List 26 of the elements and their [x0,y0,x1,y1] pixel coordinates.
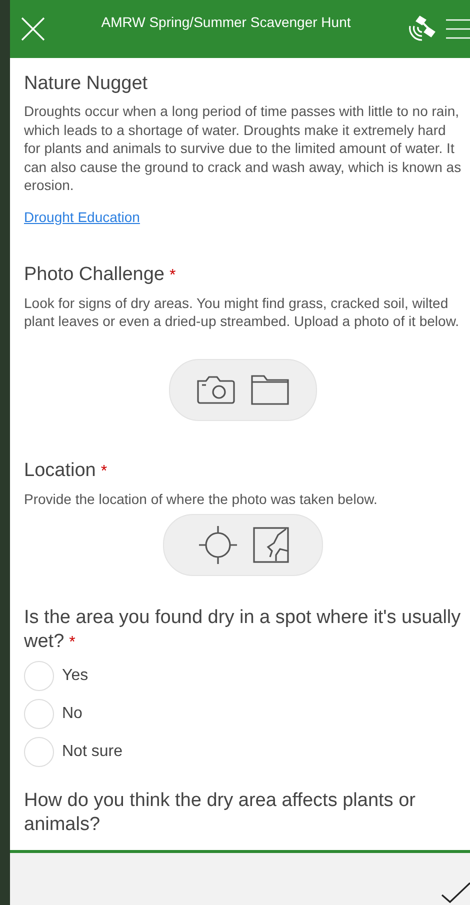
question-label: Location * [24,458,108,482]
menu-icon[interactable] [446,17,470,41]
drought-education-link[interactable]: Drought Education [24,208,140,224]
camera-icon[interactable] [196,374,236,404]
question-hint: Provide the location of where the photo was taken below. [24,490,378,508]
radio-circle[interactable] [24,661,54,691]
radio-circle[interactable] [24,737,54,767]
question-hint: Look for signs of dry areas. You might find grass, cracked soil, wilted plant leaves or even a dried-up streambed. Upload a photo of it below. [24,294,460,330]
question-label: How do you think the dry area affects plants or animals? [24,789,416,837]
submit-check-icon[interactable] [440,881,470,905]
section-title: Nature Nugget [24,72,149,96]
option-label: Not sure [62,743,122,761]
note-text: Droughts occur when a long period of time passes with little to no rain, which leads to a shortage of water. Droughts make it extremely hard for plants and animals to survive due to the limited amount of water. It can also cause the ground to crack and wash away, which is known as erosion. [24,102,462,194]
option-label: Yes [62,667,88,685]
map-icon[interactable] [253,527,289,563]
folder-icon[interactable] [250,374,290,406]
question-label: Is the area you found dry in a spot where it's usually wet? * [24,606,462,654]
close-icon[interactable] [20,16,46,42]
radio-circle[interactable] [24,699,54,729]
radio-option[interactable]: Not sure [24,737,122,767]
question-label: Photo Challenge * [24,262,177,286]
crosshair-icon[interactable] [197,524,239,566]
option-label: No [62,705,82,723]
radio-option[interactable]: No [24,699,82,729]
radio-option[interactable]: Yes [24,661,88,691]
window-title: AMRW Spring/Summer Scavenger Hunt [100,14,352,30]
